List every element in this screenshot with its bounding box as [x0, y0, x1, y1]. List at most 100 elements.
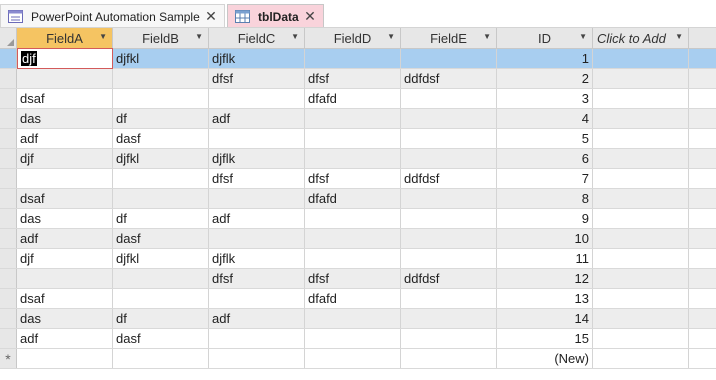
cell-fielda[interactable]	[17, 349, 113, 368]
table-row[interactable]: adf dasf 5	[0, 129, 716, 149]
column-header-click-to-add[interactable]: Click to Add ▼	[593, 28, 689, 48]
cell-fieldb[interactable]	[113, 349, 209, 368]
cell-id[interactable]: 2	[497, 69, 593, 88]
cell-click-to-add[interactable]	[593, 189, 689, 208]
table-row[interactable]: dsaf dfafd 3	[0, 89, 716, 109]
column-header-id[interactable]: ID ▼	[497, 28, 593, 48]
cell-fielda[interactable]: djf	[17, 149, 113, 168]
cell-fieldd[interactable]	[305, 329, 401, 348]
table-row[interactable]: dfsf dfsf ddfdsf 12	[0, 269, 716, 289]
cell-id[interactable]: 6	[497, 149, 593, 168]
record-selector[interactable]	[0, 129, 17, 148]
tab-tbldata[interactable]: tblData ✕	[227, 4, 324, 28]
table-row[interactable]: dsaf dfafd 13	[0, 289, 716, 309]
cell-fieldc[interactable]: dfsf	[209, 169, 305, 188]
cell-id[interactable]: 7	[497, 169, 593, 188]
cell-fielde[interactable]	[401, 149, 497, 168]
record-selector[interactable]	[0, 109, 17, 128]
cell-fieldb[interactable]: dasf	[113, 229, 209, 248]
cell-fielde[interactable]	[401, 209, 497, 228]
table-row[interactable]: djf djfkl djflk 1	[0, 48, 716, 69]
table-row[interactable]: dfsf dfsf ddfdsf 2	[0, 69, 716, 89]
cell-fieldd[interactable]	[305, 129, 401, 148]
selected-text[interactable]: djf	[21, 51, 37, 66]
new-record-row[interactable]: * (New)	[0, 349, 716, 369]
cell-fieldb[interactable]: df	[113, 209, 209, 228]
cell-fielde[interactable]	[401, 329, 497, 348]
cell-id[interactable]: 10	[497, 229, 593, 248]
dropdown-arrow-icon[interactable]: ▼	[387, 32, 395, 41]
select-all-corner[interactable]	[0, 28, 17, 48]
cell-fieldc[interactable]: djflk	[209, 49, 305, 68]
cell-fielda[interactable]: adf	[17, 229, 113, 248]
record-selector[interactable]	[0, 249, 17, 268]
cell-click-to-add[interactable]	[593, 129, 689, 148]
close-icon[interactable]: ✕	[204, 8, 218, 25]
cell-fieldd[interactable]: dfafd	[305, 89, 401, 108]
column-header-fieldd[interactable]: FieldD ▼	[305, 28, 401, 48]
record-selector[interactable]	[0, 169, 17, 188]
cell-fieldd[interactable]: dfsf	[305, 269, 401, 288]
table-row[interactable]: das df adf 4	[0, 109, 716, 129]
record-selector[interactable]	[0, 329, 17, 348]
cell-fielde[interactable]	[401, 109, 497, 128]
cell-fielda[interactable]: djf	[17, 249, 113, 268]
cell-id[interactable]: 14	[497, 309, 593, 328]
cell-fielde[interactable]: ddfdsf	[401, 169, 497, 188]
cell-click-to-add[interactable]	[593, 209, 689, 228]
cell-fielda[interactable]: das	[17, 309, 113, 328]
cell-fieldc[interactable]: dfsf	[209, 69, 305, 88]
cell-fieldd[interactable]	[305, 249, 401, 268]
record-selector[interactable]	[0, 269, 17, 288]
cell-fielde[interactable]	[401, 289, 497, 308]
cell-fieldd[interactable]	[305, 309, 401, 328]
cell-fieldd[interactable]: dfsf	[305, 169, 401, 188]
dropdown-arrow-icon[interactable]: ▼	[483, 32, 491, 41]
cell-fieldd[interactable]	[305, 49, 401, 68]
record-selector[interactable]	[0, 289, 17, 308]
cell-fielde[interactable]	[401, 229, 497, 248]
cell-fieldb[interactable]: df	[113, 309, 209, 328]
cell-fielda[interactable]: das	[17, 109, 113, 128]
cell-click-to-add[interactable]	[593, 69, 689, 88]
cell-fielde[interactable]: ddfdsf	[401, 69, 497, 88]
cell-fieldc[interactable]: djflk	[209, 149, 305, 168]
cell-click-to-add[interactable]	[593, 309, 689, 328]
table-row[interactable]: adf dasf 15	[0, 329, 716, 349]
cell-fielde[interactable]	[401, 129, 497, 148]
cell-id[interactable]: 15	[497, 329, 593, 348]
cell-fieldb[interactable]	[113, 189, 209, 208]
cell-click-to-add[interactable]	[593, 169, 689, 188]
cell-fielda[interactable]	[17, 69, 113, 88]
dropdown-arrow-icon[interactable]: ▼	[195, 32, 203, 41]
cell-fieldc[interactable]	[209, 229, 305, 248]
table-row[interactable]: das df adf 14	[0, 309, 716, 329]
cell-fieldc[interactable]: djflk	[209, 249, 305, 268]
cell-click-to-add[interactable]	[593, 149, 689, 168]
cell-fielda[interactable]: adf	[17, 129, 113, 148]
cell-fieldc[interactable]: adf	[209, 209, 305, 228]
cell-id[interactable]: 3	[497, 89, 593, 108]
cell-fielda[interactable]: djf	[17, 48, 113, 69]
cell-click-to-add[interactable]	[593, 89, 689, 108]
column-header-fielda[interactable]: FieldA ▼	[17, 28, 113, 48]
cell-fieldb[interactable]: djfkl	[113, 249, 209, 268]
cell-fielda[interactable]: das	[17, 209, 113, 228]
cell-fieldd[interactable]	[305, 209, 401, 228]
cell-fieldb[interactable]	[113, 89, 209, 108]
cell-fieldc[interactable]: adf	[209, 109, 305, 128]
cell-id[interactable]: 5	[497, 129, 593, 148]
cell-fielde[interactable]	[401, 309, 497, 328]
record-selector[interactable]	[0, 49, 17, 68]
cell-fieldc[interactable]: adf	[209, 309, 305, 328]
cell-fielda[interactable]: adf	[17, 329, 113, 348]
cell-fieldd[interactable]	[305, 229, 401, 248]
cell-fieldc[interactable]	[209, 289, 305, 308]
cell-id[interactable]: 4	[497, 109, 593, 128]
cell-id[interactable]: 11	[497, 249, 593, 268]
cell-fieldb[interactable]	[113, 289, 209, 308]
column-header-fieldb[interactable]: FieldB ▼	[113, 28, 209, 48]
cell-fielda[interactable]	[17, 269, 113, 288]
cell-id[interactable]: 1	[497, 49, 593, 68]
dropdown-arrow-icon[interactable]: ▼	[579, 32, 587, 41]
